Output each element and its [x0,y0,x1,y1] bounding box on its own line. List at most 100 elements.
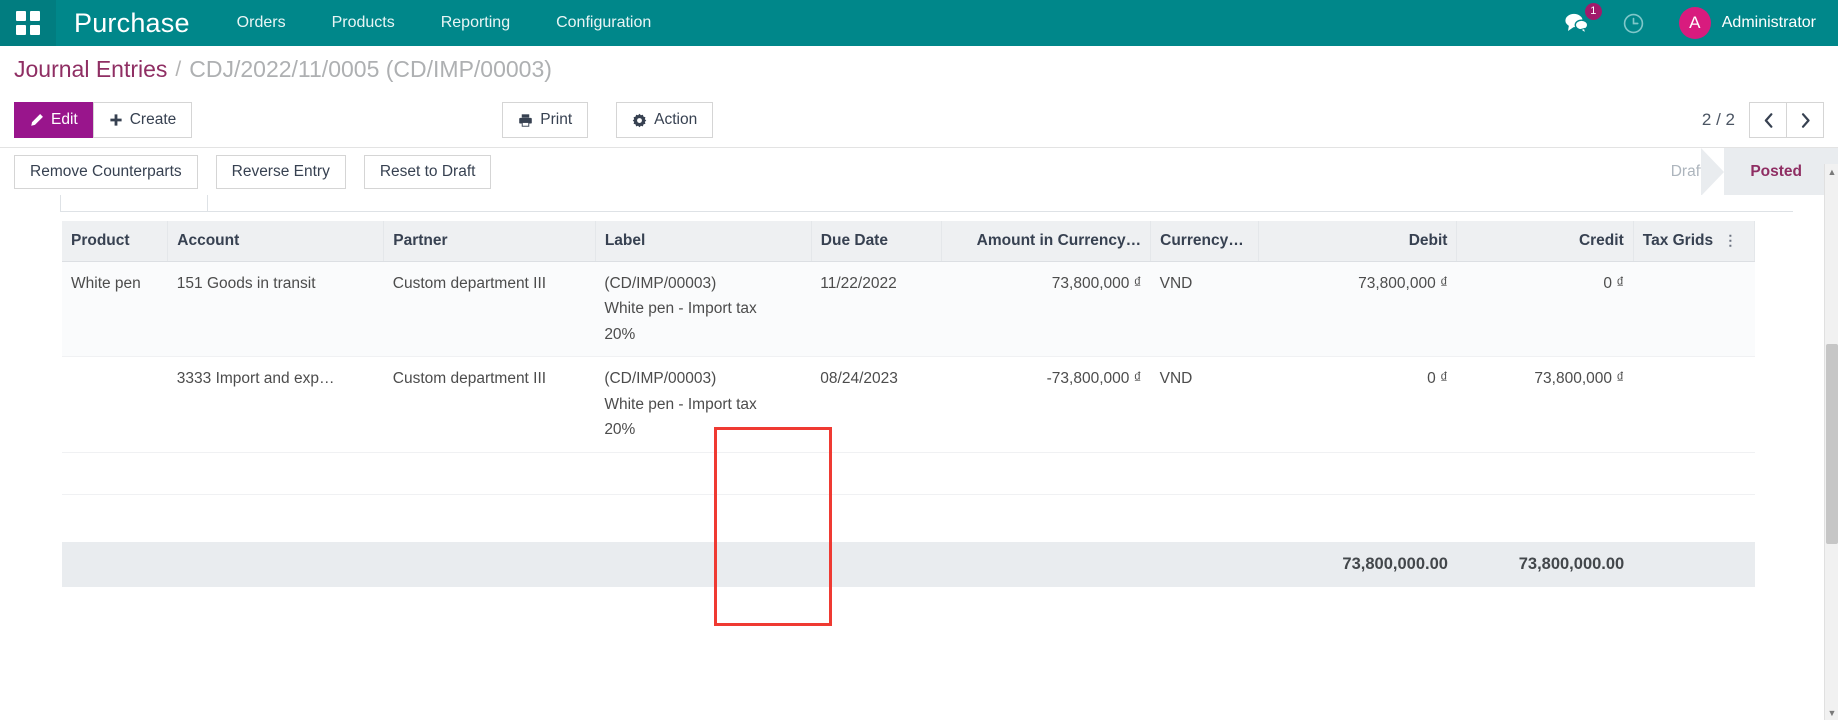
totals-tax-grids [1633,542,1754,587]
cell-product[interactable]: White pen [62,261,168,357]
notebook-tab-fragment[interactable] [60,195,208,211]
cell-credit[interactable]: 73,800,000 ₫ [1457,357,1633,453]
breadcrumb-separator: / [167,58,189,82]
column-header-debit[interactable]: Debit [1259,221,1457,261]
cell-credit[interactable]: 0 ₫ [1457,261,1633,357]
user-name-label: Administrator [1722,14,1816,32]
cell-label-ref: (CD/IMP/00003) [604,271,802,297]
cell-empty[interactable] [62,452,1755,494]
top-navbar: Purchase Orders Products Reporting Confi… [0,0,1838,46]
journal-items-table: Product Account Partner Label Due Date A… [62,221,1755,587]
control-panel: Edit Create Print Action [0,93,1838,147]
cell-partner[interactable]: Custom department III [384,357,596,453]
remove-counterparts-button[interactable]: Remove Counterparts [14,155,198,189]
table-row[interactable]: White pen 151 Goods in transit Custom de… [62,261,1755,357]
cell-spacer [62,494,1755,542]
nav-menu-reporting[interactable]: Reporting [418,0,533,46]
vertical-scrollbar[interactable]: ▲ ▼ [1824,164,1838,720]
column-header-product[interactable]: Product [62,221,168,261]
navbar-right-group: 1 A Administrator [1548,0,1838,46]
totals-debit: 73,800,000.00 [1259,542,1457,587]
create-button-label: Create [130,111,177,129]
column-header-partner[interactable]: Partner [384,221,596,261]
column-header-tax-grids[interactable]: Tax Grids ⋮ [1633,221,1754,261]
pager-next-button[interactable] [1786,102,1824,138]
messages-button[interactable]: 1 [1548,0,1606,46]
action-group: Action [616,102,713,138]
column-header-account[interactable]: Account [168,221,384,261]
column-header-label[interactable]: Label [595,221,811,261]
pager-counter: 2 / 2 [1702,110,1735,130]
action-button[interactable]: Action [616,102,713,138]
pager-previous-button[interactable] [1749,102,1787,138]
messages-badge: 1 [1585,3,1602,20]
app-brand-purchase[interactable]: Purchase [56,8,214,39]
table-header-row: Product Account Partner Label Due Date A… [62,221,1755,261]
breadcrumb-root-journal-entries[interactable]: Journal Entries [14,56,167,83]
edit-button[interactable]: Edit [14,102,94,138]
nav-menu-products[interactable]: Products [309,0,418,46]
print-button[interactable]: Print [502,102,588,138]
cell-currency[interactable]: VND [1151,357,1259,453]
cell-product[interactable] [62,357,168,453]
action-button-label: Action [654,111,697,129]
printer-icon [518,113,533,128]
user-menu[interactable]: A Administrator [1661,7,1816,39]
column-header-currency[interactable]: Currency… [1151,221,1259,261]
cell-debit[interactable]: 0 ₫ [1259,357,1457,453]
print-button-label: Print [540,111,572,129]
totals-row: 73,800,000.00 73,800,000.00 [62,542,1755,587]
pager-buttons [1749,102,1824,138]
table-body: White pen 151 Goods in transit Custom de… [62,261,1755,542]
cell-debit[interactable]: 73,800,000 ₫ [1259,261,1457,357]
table-row-empty[interactable] [62,452,1755,494]
plus-icon [109,113,123,127]
cell-account[interactable]: 151 Goods in transit [168,261,384,357]
stage-posted[interactable]: Posted [1724,148,1838,196]
cell-currency[interactable]: VND [1151,261,1259,357]
table-header: Product Account Partner Label Due Date A… [62,221,1755,261]
notebook-tab-underline [60,211,1793,212]
table-footer-totals: 73,800,000.00 73,800,000.00 [62,542,1755,587]
reverse-entry-button[interactable]: Reverse Entry [216,155,346,189]
chevron-right-icon [1800,113,1811,128]
create-button[interactable]: Create [93,102,193,138]
scrollbar-thumb[interactable] [1826,344,1838,544]
reset-to-draft-button[interactable]: Reset to Draft [364,155,492,189]
gear-icon [632,113,647,128]
cell-amount-in-currency[interactable]: 73,800,000 ₫ [941,261,1150,357]
table-row-spacer [62,494,1755,542]
cell-amount-in-currency[interactable]: -73,800,000 ₫ [941,357,1150,453]
table-row[interactable]: 3333 Import and exp… Custom department I… [62,357,1755,453]
nav-menu-orders[interactable]: Orders [214,0,309,46]
cell-partner[interactable]: Custom department III [384,261,596,357]
cell-label-ref: (CD/IMP/00003) [604,366,802,392]
breadcrumb-current-record: CDJ/2022/11/0005 (CD/IMP/00003) [189,56,552,83]
pencil-icon [30,113,44,127]
clock-icon [1622,12,1645,35]
caret-down-icon[interactable]: ▼ [1825,705,1838,720]
totals-spacer [62,542,1259,587]
cell-label-desc-2: 20% [604,322,802,348]
cell-account[interactable]: 3333 Import and exp… [168,357,384,453]
column-header-credit[interactable]: Credit [1457,221,1633,261]
vertical-dots-icon[interactable]: ⋮ [1723,235,1737,246]
cell-label[interactable]: (CD/IMP/00003) White pen - Import tax 20… [595,357,811,453]
cell-due-date[interactable]: 08/24/2023 [811,357,941,453]
cell-tax-grids[interactable] [1633,261,1754,357]
status-bar-row: Remove Counterparts Reverse Entry Reset … [0,147,1838,195]
cell-label[interactable]: (CD/IMP/00003) White pen - Import tax 20… [595,261,811,357]
activities-button[interactable] [1606,0,1661,46]
breadcrumb: Journal Entries / CDJ/2022/11/0005 (CD/I… [0,46,1838,93]
avatar: A [1679,7,1711,39]
cell-tax-grids[interactable] [1633,357,1754,453]
caret-up-icon[interactable]: ▲ [1825,164,1838,179]
cell-label-desc-2: 20% [604,417,802,443]
apps-menu-button[interactable] [0,0,56,46]
apps-grid-icon [16,11,40,35]
print-action-group: Print [502,102,588,138]
column-header-due-date[interactable]: Due Date [811,221,941,261]
cell-due-date[interactable]: 11/22/2022 [811,261,941,357]
column-header-amount-in-currency[interactable]: Amount in Currency… [941,221,1150,261]
nav-menu-configuration[interactable]: Configuration [533,0,674,46]
